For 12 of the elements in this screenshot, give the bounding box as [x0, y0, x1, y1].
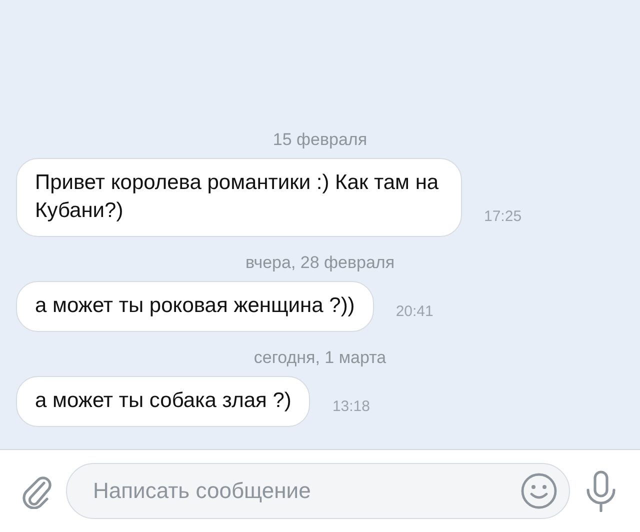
date-separator: 15 февраля — [272, 130, 368, 150]
date-separator: сегодня, 1 марта — [254, 348, 386, 368]
message-time: 13:18 — [332, 398, 370, 415]
message-time: 20:41 — [396, 303, 434, 320]
message-bubble: а может ты собака злая ?) — [16, 376, 310, 427]
message-time: 17:25 — [484, 208, 522, 225]
message-bubble: а может ты роковая женщина ?)) — [16, 281, 374, 332]
message-bubble: Привет королева романтики :) Как там на Кубани?) — [16, 158, 462, 237]
emoji-icon[interactable] — [520, 472, 558, 510]
date-separator: вчера, 28 февраля — [245, 253, 395, 273]
microphone-icon[interactable] — [584, 470, 618, 512]
message-input-field[interactable]: Написать сообщение — [66, 463, 570, 519]
